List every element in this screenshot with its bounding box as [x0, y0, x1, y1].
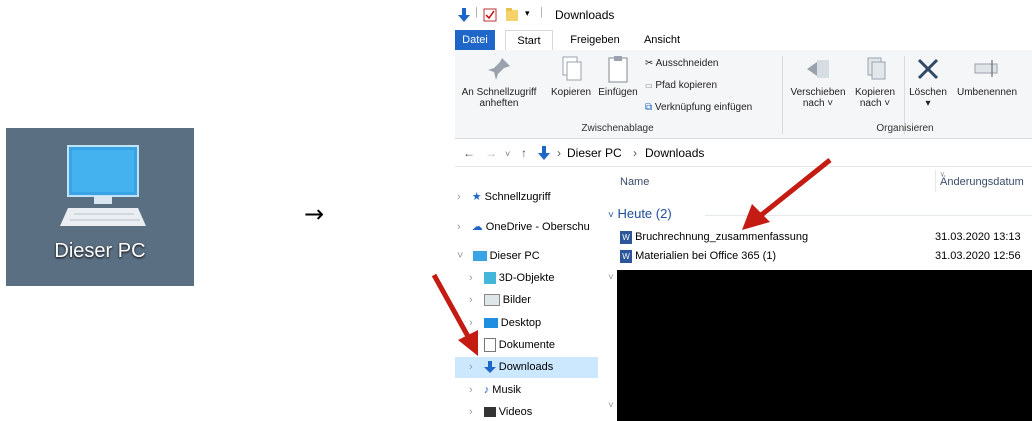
paste-shortcut-button[interactable]: ⧉ Verknüpfung einfügen: [645, 102, 752, 113]
expand-chevron-icon[interactable]: ›: [457, 191, 461, 203]
move-to-icon: [807, 60, 829, 78]
documents-icon: [483, 338, 496, 353]
nav-item-desktop[interactable]: › Desktop: [469, 313, 541, 334]
expand-chevron-icon[interactable]: ›: [469, 294, 473, 306]
shortcut-icon: ⧉: [645, 102, 653, 113]
download-arrow-icon: [458, 8, 470, 22]
delete-dropdown-icon[interactable]: ▾: [925, 98, 930, 109]
pin-quick-access-button[interactable]: An Schnellzugriff anheften: [455, 54, 543, 109]
tab-ansicht[interactable]: Ansicht: [637, 30, 687, 50]
transition-arrow: →: [304, 200, 325, 228]
cloud-icon: ☁: [471, 221, 483, 233]
ribbon-tabs: Datei Start Freigeben Ansicht: [455, 30, 1032, 52]
word-doc-icon: W: [620, 230, 632, 244]
tab-datei[interactable]: Datei: [455, 30, 495, 50]
tab-start[interactable]: Start: [505, 30, 553, 52]
clipboard-group-label: Zwischenablage: [581, 123, 654, 134]
move-to-button[interactable]: Verschieben nach ˅: [787, 54, 849, 109]
cut-button[interactable]: ✂ Ausschneiden: [645, 58, 718, 69]
properties-checkbox-icon[interactable]: [483, 8, 497, 22]
star-icon: ★: [471, 191, 482, 203]
group-collapse-icon: ˅: [608, 210, 614, 221]
clipboard-icon: [608, 56, 628, 83]
up-arrow-icon[interactable]: ↑: [521, 146, 527, 160]
copy-to-icon: [867, 57, 886, 80]
copy-to-button[interactable]: Kopieren nach ˅: [849, 54, 901, 109]
group-collapse-icon[interactable]: ˅: [608, 400, 614, 411]
nav-item-schnellzugriff[interactable]: › ★ Schnellzugriff: [457, 187, 551, 208]
nav-item-bilder[interactable]: › Bilder: [469, 290, 531, 311]
music-note-icon: ♪: [483, 384, 490, 396]
file-explorer-window: | ▾ | Downloads Datei Start Freigeben An…: [455, 0, 1032, 421]
paste-button[interactable]: Einfügen: [595, 54, 641, 98]
back-arrow-icon[interactable]: ←: [463, 146, 475, 160]
path-icon: ▭: [645, 81, 653, 90]
breadcrumb-dieser-pc[interactable]: Dieser PC: [567, 146, 622, 160]
window-title: Downloads: [555, 8, 615, 22]
nav-item-dieser-pc[interactable]: ˅ Dieser PC: [457, 246, 540, 267]
word-doc-icon: W: [620, 249, 632, 263]
nav-item-musik[interactable]: › ♪ Musik: [469, 380, 521, 401]
pictures-icon: [483, 294, 500, 307]
download-arrow-icon: [483, 361, 496, 374]
breadcrumb-separator: ›: [633, 146, 637, 160]
cube-icon: [483, 272, 496, 285]
expand-chevron-icon[interactable]: ›: [469, 339, 473, 351]
scissors-icon: ✂: [645, 58, 654, 69]
title-separator: |: [540, 6, 543, 18]
breadcrumb-downloads[interactable]: Downloads: [645, 146, 704, 160]
copy-button[interactable]: Kopieren: [547, 54, 595, 98]
pc-icon: [472, 251, 487, 262]
breadcrumb-separator: ›: [557, 146, 561, 160]
qa-dropdown-icon[interactable]: ▾: [525, 8, 530, 19]
rename-button[interactable]: Umbenennen: [951, 54, 1023, 98]
file-row[interactable]: W Materialien bei Office 365 (1) 31.03.2…: [620, 247, 1030, 265]
expand-chevron-icon[interactable]: ›: [457, 221, 461, 233]
desktop-this-pc-icon[interactable]: Dieser PC: [6, 128, 194, 286]
expand-chevron-icon[interactable]: ›: [469, 361, 473, 373]
column-divider[interactable]: [935, 170, 936, 192]
tab-freigeben[interactable]: Freigeben: [565, 30, 625, 50]
expand-chevron-icon[interactable]: ›: [469, 317, 473, 329]
desktop-icon-label: Dieser PC: [54, 240, 146, 262]
monitor-icon: [60, 145, 146, 226]
nav-item-dokumente[interactable]: › Dokumente: [469, 335, 555, 356]
collapse-chevron-icon[interactable]: ˅: [457, 250, 463, 262]
copy-path-button[interactable]: ▭ Pfad kopieren: [645, 80, 717, 91]
forward-arrow-icon[interactable]: →: [485, 146, 497, 160]
qa-separator: |: [475, 6, 478, 18]
nav-item-3d-objekte[interactable]: › 3D-Objekte: [469, 268, 554, 289]
redacted-area: [617, 270, 1032, 421]
group-collapse-icon[interactable]: ˅: [608, 272, 614, 283]
nav-item-downloads[interactable]: › Downloads: [455, 357, 598, 378]
desktop-folder-icon: [483, 318, 498, 329]
copy-icon: [562, 56, 582, 81]
expand-chevron-icon[interactable]: ›: [469, 272, 473, 284]
nav-item-onedrive[interactable]: › ☁ OneDrive - Oberschu: [457, 217, 590, 238]
pin-icon: [488, 58, 510, 80]
column-header-name[interactable]: Name: [620, 176, 649, 188]
group-header-today[interactable]: ˅ Heute (2): [608, 206, 672, 221]
expand-chevron-icon[interactable]: ›: [469, 384, 473, 396]
nav-item-videos[interactable]: › Videos: [469, 402, 532, 421]
ribbon-panel: An Schnellzugriff anheften Kopieren Einf…: [455, 50, 1032, 139]
column-header-date[interactable]: Änderungsdatum: [940, 176, 1024, 188]
new-folder-icon[interactable]: [505, 7, 519, 23]
delete-x-icon: [917, 58, 939, 80]
video-icon: [483, 407, 496, 418]
ribbon-separator: [782, 56, 783, 134]
expand-chevron-icon[interactable]: ›: [469, 406, 473, 418]
recent-locations-icon[interactable]: ˅: [505, 149, 510, 159]
group-header-line: [705, 215, 1032, 216]
title-bar: | ▾ | Downloads: [455, 0, 1032, 30]
file-row[interactable]: W Bruchrechnung_zusammenfassung 31.03.20…: [620, 228, 1030, 246]
download-location-icon: [538, 146, 550, 160]
organize-group-label: Organisieren: [876, 123, 934, 134]
address-bar: ← → ˅ ↑ › Dieser PC › Downloads: [455, 140, 1032, 167]
delete-button[interactable]: Löschen ▾: [905, 54, 951, 109]
rename-icon: [974, 60, 998, 77]
